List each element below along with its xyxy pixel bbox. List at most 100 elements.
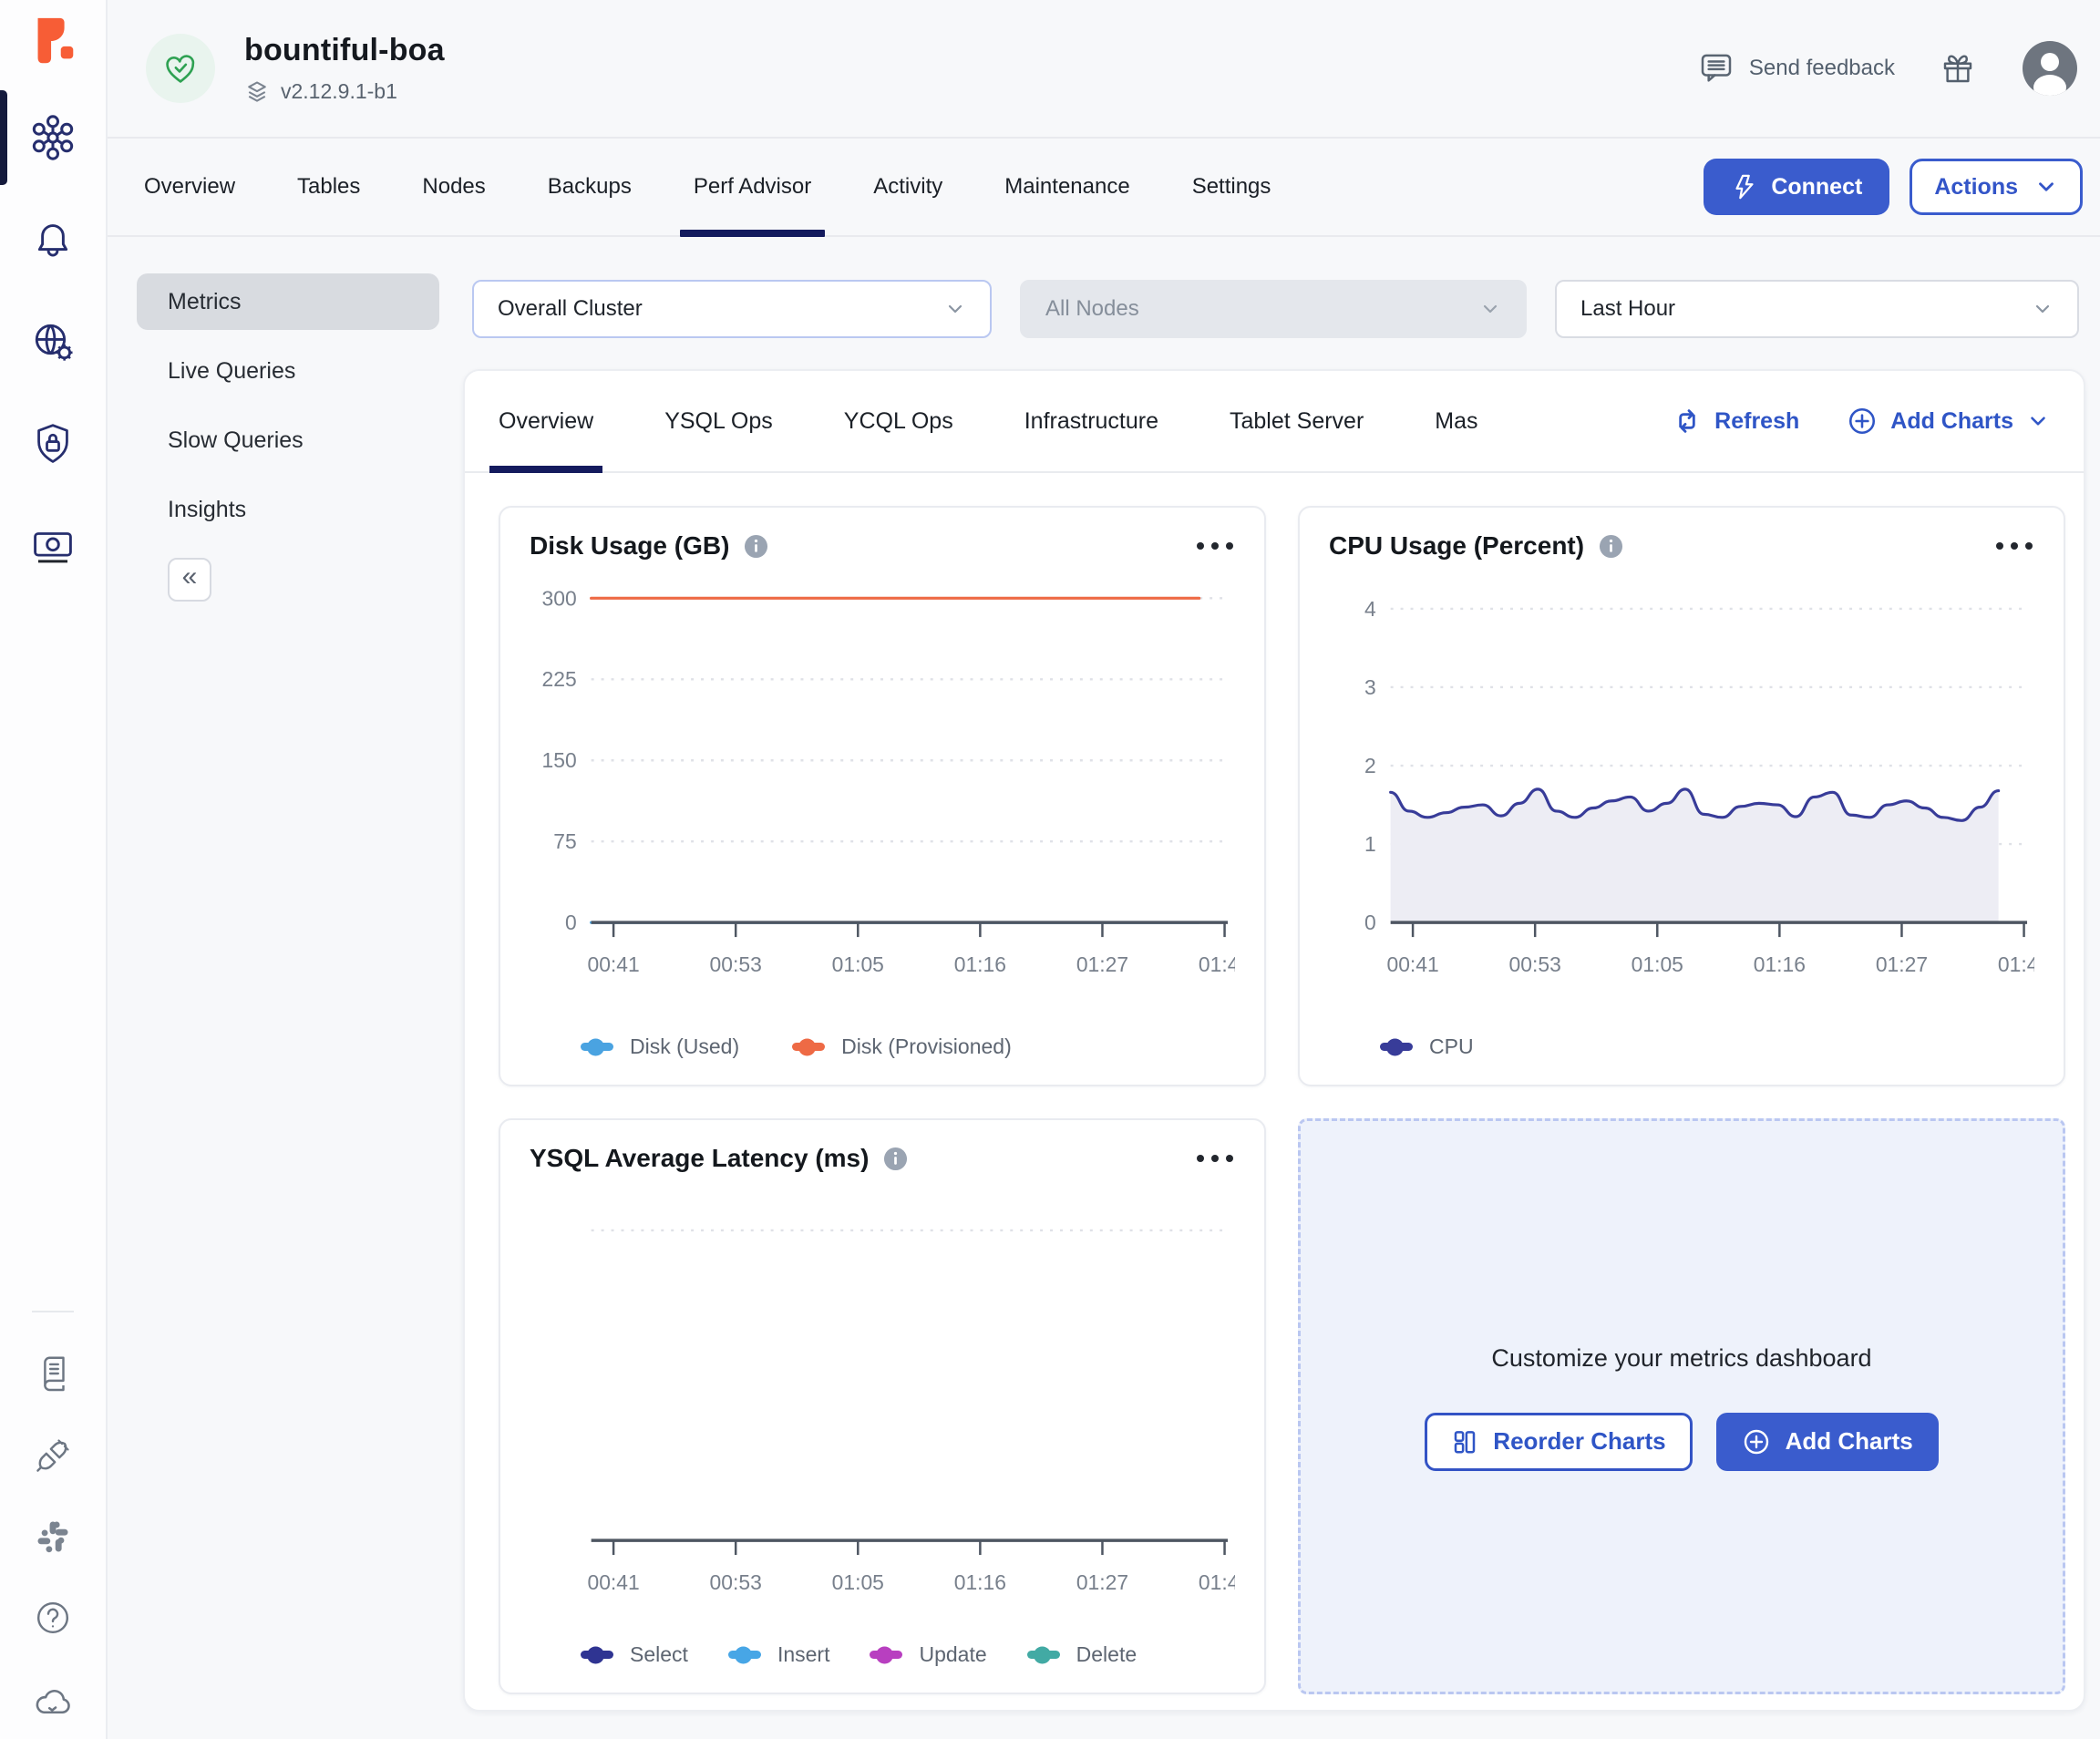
svg-text:01:27: 01:27: [1876, 952, 1928, 976]
refresh-icon: [1673, 406, 1702, 436]
heart-check-icon: [160, 48, 201, 88]
node-scope-value: All Nodes: [1045, 296, 1139, 322]
connect-button[interactable]: Connect: [1704, 159, 1889, 215]
subnav-item-slow-queries[interactable]: Slow Queries: [137, 412, 439, 468]
shield-lock-icon: [29, 420, 77, 468]
feedback-chat-icon: [1698, 50, 1735, 87]
integrations-plug-icon[interactable]: [32, 1435, 74, 1477]
legend-item: Select: [581, 1642, 688, 1667]
bell-icon: [29, 216, 77, 263]
info-icon[interactable]: [744, 534, 768, 559]
send-feedback-button[interactable]: Send feedback: [1698, 50, 1895, 87]
tab-maintenance[interactable]: Maintenance: [1002, 139, 1132, 235]
tab-perf-advisor[interactable]: Perf Advisor: [691, 139, 814, 235]
metrics-tab-infrastructure[interactable]: Infrastructure: [1024, 371, 1158, 471]
svg-text:01:05: 01:05: [1632, 952, 1683, 976]
disk-usage-chart: 07515022530000:4100:5301:0501:1601:2701:…: [530, 566, 1235, 987]
reorder-grid-icon: [1451, 1428, 1478, 1456]
svg-text:150: 150: [542, 748, 577, 772]
chart-menu-button[interactable]: [1994, 537, 2034, 555]
tab-settings[interactable]: Settings: [1189, 139, 1274, 235]
svg-text:01:16: 01:16: [954, 1570, 1006, 1594]
yugabytedb-logo-icon[interactable]: [25, 13, 81, 69]
cloud-status-icon[interactable]: [31, 1679, 75, 1723]
connect-label: Connect: [1771, 174, 1862, 201]
billing-icon: [28, 521, 77, 571]
legend-item: Update: [870, 1642, 986, 1667]
rail-item-security[interactable]: [0, 419, 107, 468]
left-rail: [0, 0, 108, 1739]
chevron-down-icon: [1479, 298, 1501, 320]
cluster-scope-value: Overall Cluster: [498, 296, 643, 322]
subnav-item-insights[interactable]: Insights: [137, 481, 439, 538]
subnav-item-live-queries[interactable]: Live Queries: [137, 343, 439, 399]
svg-text:0: 0: [565, 911, 577, 934]
refresh-button[interactable]: Refresh: [1673, 406, 1799, 436]
gift-icon[interactable]: [1939, 49, 1977, 87]
tab-activity[interactable]: Activity: [870, 139, 945, 235]
metrics-tab-overview[interactable]: Overview: [499, 371, 593, 471]
tab-overview[interactable]: Overview: [141, 139, 238, 235]
help-icon[interactable]: [32, 1597, 74, 1639]
svg-text:00:53: 00:53: [710, 1570, 762, 1594]
slack-icon[interactable]: [33, 1517, 73, 1557]
chevron-down-icon: [2034, 175, 2058, 199]
customize-title: Customize your metrics dashboard: [1491, 1344, 1871, 1373]
docs-icon[interactable]: [32, 1353, 74, 1394]
svg-text:00:53: 00:53: [1509, 952, 1561, 976]
cluster-scope-select[interactable]: Overall Cluster: [472, 280, 992, 338]
chart-card-ysql-latency: YSQL Average Latency (ms) 00:4100:5301:0…: [499, 1118, 1266, 1694]
tab-backups[interactable]: Backups: [545, 139, 634, 235]
tab-nodes[interactable]: Nodes: [419, 139, 488, 235]
rail-item-billing[interactable]: [0, 521, 107, 571]
reorder-charts-button[interactable]: Reorder Charts: [1425, 1413, 1692, 1471]
rail-item-alerts[interactable]: [0, 215, 107, 264]
plus-circle-icon: [1847, 406, 1878, 437]
legend-item: Delete: [1027, 1642, 1137, 1667]
metrics-tab-ysql-ops[interactable]: YSQL Ops: [664, 371, 773, 471]
page-header: bountiful-boa v2.12.9.1-b1: [108, 0, 2100, 139]
metrics-tab-tablet-server[interactable]: Tablet Server: [1230, 371, 1364, 471]
collapse-sidebar-button[interactable]: «: [168, 558, 211, 602]
svg-text:01:41: 01:41: [1199, 1570, 1235, 1594]
legend-item: CPU: [1380, 1034, 1474, 1059]
legend-item: Insert: [728, 1642, 830, 1667]
metrics-tab-master[interactable]: Mas: [1435, 371, 1477, 471]
svg-text:75: 75: [553, 829, 576, 853]
svg-text:4: 4: [1364, 597, 1376, 621]
subnav-item-metrics[interactable]: Metrics: [137, 273, 439, 330]
user-avatar[interactable]: [2021, 39, 2079, 98]
rail-item-clusters[interactable]: [0, 113, 107, 162]
ysql-latency-chart: 00:4100:5301:0501:1601:2701:41: [530, 1178, 1235, 1603]
chart-menu-button[interactable]: [1195, 1149, 1235, 1168]
svg-text:01:27: 01:27: [1076, 1570, 1128, 1594]
svg-text:01:05: 01:05: [832, 1570, 884, 1594]
actions-button[interactable]: Actions: [1910, 159, 2083, 215]
tab-tables[interactable]: Tables: [294, 139, 363, 235]
svg-text:00:41: 00:41: [587, 952, 639, 976]
time-range-value: Last Hour: [1580, 296, 1675, 322]
chevron-down-icon: [2032, 298, 2054, 320]
svg-text:00:53: 00:53: [710, 952, 762, 976]
info-icon[interactable]: [1599, 534, 1623, 559]
time-range-select[interactable]: Last Hour: [1555, 280, 2079, 338]
svg-text:3: 3: [1364, 675, 1376, 699]
version-layers-icon: [244, 79, 270, 105]
legend-item: Disk (Provisioned): [792, 1034, 1012, 1059]
add-charts-button[interactable]: Add Charts: [1716, 1413, 1939, 1471]
svg-text:1: 1: [1364, 832, 1376, 856]
cluster-version: v2.12.9.1-b1: [281, 79, 397, 104]
chart-title: YSQL Average Latency (ms): [530, 1144, 869, 1173]
add-charts-dropdown-button[interactable]: Add Charts: [1847, 406, 2050, 437]
globe-gear-icon: [28, 317, 77, 366]
rail-item-network[interactable]: [0, 317, 107, 366]
chart-title: CPU Usage (Percent): [1329, 531, 1584, 561]
svg-text:01:16: 01:16: [954, 952, 1006, 976]
node-scope-select: All Nodes: [1020, 280, 1527, 338]
chart-menu-button[interactable]: [1195, 537, 1235, 555]
svg-text:2: 2: [1364, 754, 1376, 777]
customize-dashboard-panel: Customize your metrics dashboard Reorder…: [1298, 1118, 2065, 1694]
info-icon[interactable]: [883, 1147, 908, 1171]
metrics-tab-ycql-ops[interactable]: YCQL Ops: [844, 371, 953, 471]
svg-text:00:41: 00:41: [1386, 952, 1438, 976]
